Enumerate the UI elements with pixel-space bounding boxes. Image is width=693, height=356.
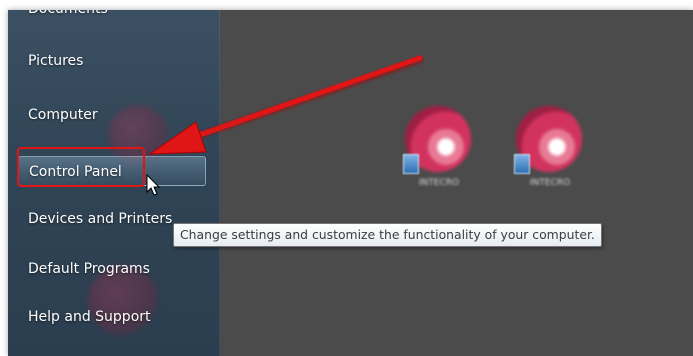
menu-item-devices-and-printers[interactable]: Devices and Printers: [26, 206, 172, 232]
menu-item-default-programs[interactable]: Default Programs: [26, 256, 150, 282]
shortcut-icon: [514, 154, 530, 174]
menu-item-help-and-support[interactable]: Help and Support: [26, 304, 151, 330]
tooltip: Change settings and customize the functi…: [173, 223, 602, 247]
menu-item-pictures[interactable]: Pictures: [26, 48, 83, 74]
desktop-icon-1[interactable]: INTECRO: [403, 106, 475, 196]
desktop-icon-label: INTECRO: [529, 178, 571, 188]
menu-item-documents[interactable]: Documents: [26, 10, 108, 22]
shortcut-icon: [403, 154, 419, 174]
menu-item-computer[interactable]: Computer: [26, 102, 98, 128]
start-menu-right-pane: Documents Pictures Computer Control Pane…: [8, 10, 220, 356]
annotation-highlight-box: [17, 147, 145, 187]
mouse-pointer-icon: [146, 174, 161, 196]
screenshot-frame: INTECRO INTECRO Documents Pictures Compu…: [8, 10, 693, 356]
desktop-icon-2[interactable]: INTECRO: [514, 106, 586, 196]
desktop-icon-label: INTECRO: [418, 178, 460, 188]
desktop: INTECRO INTECRO: [220, 10, 693, 356]
